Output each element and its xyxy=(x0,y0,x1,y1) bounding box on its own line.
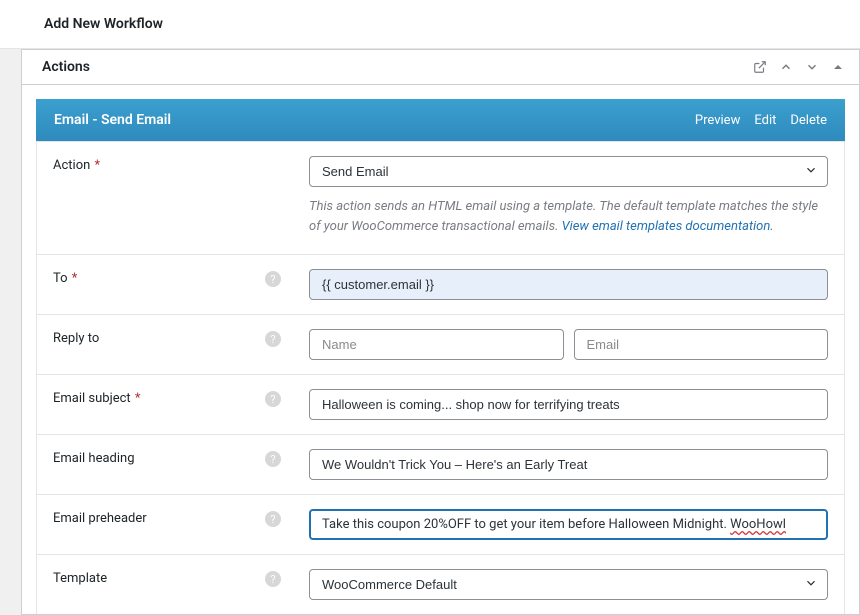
preheader-label: Email preheader xyxy=(53,511,147,526)
reply-to-name-input[interactable] xyxy=(309,329,564,360)
heading-label: Email heading xyxy=(53,451,135,466)
preheader-input[interactable]: Take this coupon 20%OFF to get your item… xyxy=(309,509,828,540)
template-select[interactable]: WooCommerce Default xyxy=(309,569,828,600)
to-input[interactable] xyxy=(309,269,828,300)
caret-up-icon[interactable] xyxy=(829,58,847,76)
to-label: To * xyxy=(53,271,77,286)
action-description: This action sends an HTML email using a … xyxy=(309,197,828,236)
chevron-up-icon[interactable] xyxy=(777,58,795,76)
help-icon[interactable]: ? xyxy=(265,331,281,347)
chevron-down-icon[interactable] xyxy=(803,58,821,76)
docs-link[interactable]: View email templates documentation. xyxy=(562,219,774,234)
edit-link[interactable]: Edit xyxy=(754,113,776,128)
subject-label: Email subject * xyxy=(53,391,141,406)
subject-input[interactable] xyxy=(309,389,828,420)
action-header-title: Email - Send Email xyxy=(54,112,171,128)
action-label: Action * xyxy=(53,158,100,173)
preview-link[interactable]: Preview xyxy=(695,113,740,128)
help-icon[interactable]: ? xyxy=(265,271,281,287)
external-link-icon[interactable] xyxy=(751,58,769,76)
delete-link[interactable]: Delete xyxy=(790,113,827,128)
help-icon[interactable]: ? xyxy=(265,571,281,587)
action-header: Email - Send Email Preview Edit Delete xyxy=(36,99,845,141)
action-select[interactable]: Send Email xyxy=(309,156,828,187)
help-icon[interactable]: ? xyxy=(265,391,281,407)
reply-to-label: Reply to xyxy=(53,331,99,346)
page-title: Add New Workflow xyxy=(0,0,860,49)
help-icon[interactable]: ? xyxy=(265,451,281,467)
heading-input[interactable] xyxy=(309,449,828,480)
template-label: Template xyxy=(53,571,107,586)
help-icon[interactable]: ? xyxy=(265,511,281,527)
reply-to-email-input[interactable] xyxy=(574,329,829,360)
postbox-title: Actions xyxy=(42,59,90,75)
